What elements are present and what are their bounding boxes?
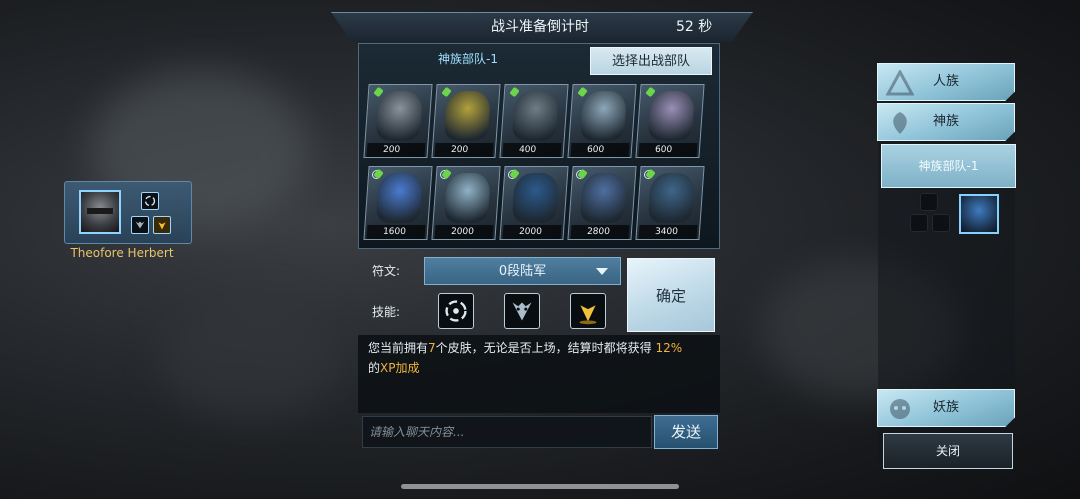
unit-cost: 2000 xyxy=(502,225,562,239)
race-label: 神族 xyxy=(932,114,959,129)
team-commander-avatar xyxy=(959,194,999,234)
sidebar-team-item[interactable]: 神族部队-1 xyxy=(881,144,1016,188)
rune-label: 符文: xyxy=(372,264,401,278)
ascendant-icon xyxy=(443,173,492,223)
rune-dropdown[interactable]: 0段陆军 xyxy=(424,257,621,285)
close-button[interactable]: 关闭 xyxy=(883,433,1013,469)
blade-drone-icon xyxy=(579,91,628,141)
xp-percent: 12% xyxy=(655,341,683,355)
confirm-button[interactable]: 确定 xyxy=(627,258,715,332)
crystal-cost-icon xyxy=(645,86,656,98)
race-human-button[interactable]: 人族 xyxy=(877,63,1015,101)
home-indicator[interactable] xyxy=(401,484,679,489)
crystal-cost-icon xyxy=(509,86,520,98)
race-demon-button[interactable]: 妖族 xyxy=(877,389,1015,427)
steel-titan-icon xyxy=(511,91,560,141)
armored-knight-icon xyxy=(375,91,424,141)
avatar-visor xyxy=(87,208,113,214)
unit-cost: 200 xyxy=(366,143,426,157)
unit-cost: 2800 xyxy=(570,225,630,239)
race-label: 人族 xyxy=(932,74,959,89)
void-stalker-icon xyxy=(579,173,628,223)
info-text: 您当前拥有 xyxy=(368,341,429,355)
demon-mask-icon xyxy=(131,216,149,234)
crystal-cost-icon xyxy=(577,86,588,98)
select-team-button[interactable]: 选择出战部队 xyxy=(590,47,712,75)
units-grid: 200 200 400 600 600 1600 2000 2000 2800 3400 xyxy=(363,84,712,240)
crystal-cost-icon xyxy=(373,86,384,98)
team-tab[interactable]: 神族部队-1 xyxy=(360,45,576,73)
unit-card[interactable]: 400 xyxy=(499,84,569,158)
unit-card[interactable]: 600 xyxy=(635,84,705,158)
unit-card[interactable]: 600 xyxy=(567,84,637,158)
empty-skill-slot xyxy=(920,193,938,211)
xp-bonus-label: XP加成 xyxy=(380,361,420,375)
unit-cost: 1600 xyxy=(366,225,426,239)
unit-card[interactable]: 3400 xyxy=(635,166,705,240)
empty-skill-slot xyxy=(910,214,928,232)
countdown-timer: 52 秒 xyxy=(676,19,713,35)
background-blob xyxy=(160,300,340,420)
race-label: 妖族 xyxy=(932,400,959,415)
dark-templar-icon xyxy=(511,173,560,223)
unit-cost: 600 xyxy=(638,143,698,157)
player-card[interactable] xyxy=(64,181,192,244)
unit-cost: 3400 xyxy=(638,225,698,239)
skin-bonus-info: 您当前拥有7个皮肤，无论是否上场，结算时都将获得 12% 的XP加成 xyxy=(368,338,713,378)
vortex-icon[interactable] xyxy=(438,293,474,329)
chevron-down-icon[interactable] xyxy=(596,268,608,275)
unit-card[interactable]: 2000 xyxy=(499,166,569,240)
info-text: 个皮肤，无论是否上场，结算时都将获得 xyxy=(435,341,656,355)
player-avatar xyxy=(79,190,121,234)
unit-card[interactable]: 200 xyxy=(431,84,501,158)
unit-card[interactable]: 200 xyxy=(363,84,433,158)
vortex-icon xyxy=(141,192,159,210)
golden-arrow-icon[interactable] xyxy=(570,293,606,329)
carrier-ship-icon xyxy=(647,173,696,223)
golden-arrow-icon xyxy=(153,216,171,234)
empty-skill-slot xyxy=(932,214,950,232)
demon-mask-icon[interactable] xyxy=(504,293,540,329)
unit-card[interactable]: 1600 xyxy=(363,166,433,240)
human-emblem-icon xyxy=(886,70,914,96)
shield-warden-icon xyxy=(375,173,424,223)
countdown-title: 战斗准备倒计时 xyxy=(491,19,589,35)
demon-emblem-icon xyxy=(890,399,910,419)
chat-input[interactable]: 请输入聊天内容... xyxy=(362,416,652,448)
unit-card[interactable]: 2000 xyxy=(431,166,501,240)
unit-cost: 400 xyxy=(502,143,562,157)
info-text: 的 xyxy=(368,361,381,375)
skin-count: 7 xyxy=(428,341,436,355)
unit-cost: 200 xyxy=(434,143,494,157)
crystal-cost-icon xyxy=(441,86,452,98)
unit-cost: 2000 xyxy=(434,225,494,239)
player-name: Theofore Herbert xyxy=(70,246,174,260)
send-button[interactable]: 发送 xyxy=(654,415,718,449)
protoss-emblem-icon xyxy=(893,112,907,134)
unit-cost: 600 xyxy=(570,143,630,157)
crystal-seer-icon xyxy=(647,91,696,141)
race-protoss-button[interactable]: 神族 xyxy=(877,103,1015,141)
unit-card[interactable]: 2800 xyxy=(567,166,637,240)
golden-mech-icon xyxy=(443,91,492,141)
skill-label: 技能: xyxy=(372,305,401,319)
